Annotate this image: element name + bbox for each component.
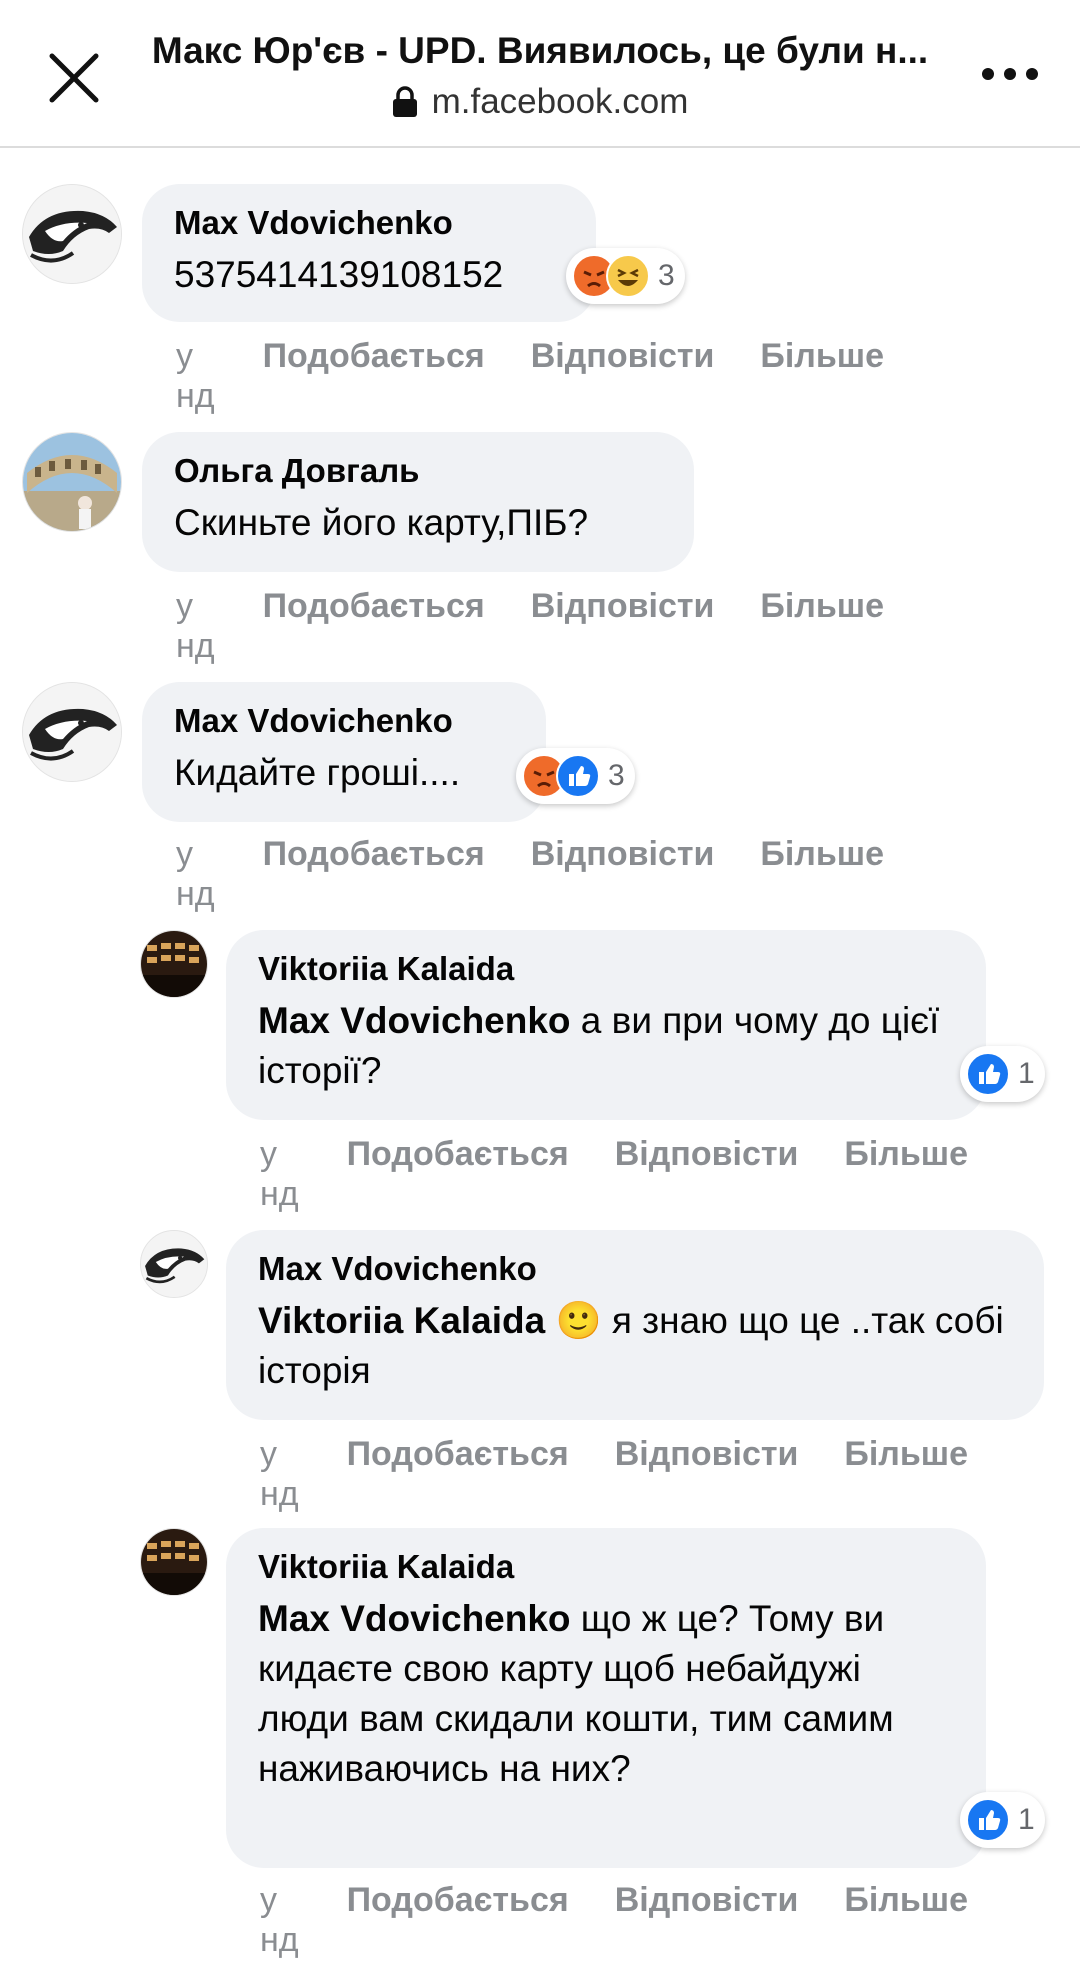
url-text: m.facebook.com xyxy=(431,82,689,121)
comment-bubble[interactable]: Max Vdovichenko 5375414139108152 xyxy=(142,184,596,322)
comment-text: Скиньте його карту,ПІБ? xyxy=(174,502,589,543)
like-reaction-icon xyxy=(556,754,600,798)
avatar[interactable] xyxy=(140,930,208,998)
avatar[interactable] xyxy=(22,184,122,284)
comment-author[interactable]: Ольга Довгаль xyxy=(174,450,662,492)
more-button[interactable]: Більше xyxy=(760,336,884,416)
browser-header: Макс Юр'єв - UPD. Виявилось, це були н..… xyxy=(0,0,1080,148)
like-button[interactable]: Подобається xyxy=(263,834,485,914)
more-button[interactable]: Більше xyxy=(844,1880,968,1960)
comment-bubble[interactable]: Max Vdovichenko Кидайте гроші.... xyxy=(142,682,546,822)
reply-button[interactable]: Відповісти xyxy=(531,336,715,416)
more-dots-icon xyxy=(982,68,1038,80)
reaction-summary[interactable]: 3 xyxy=(566,248,685,304)
reply-button[interactable]: Відповісти xyxy=(531,834,715,914)
header-title-block: Макс Юр'єв - UPD. Виявилось, це були н..… xyxy=(140,26,940,124)
comment-actions: у нд Подобається Відповісти Більше xyxy=(176,336,930,416)
like-button[interactable]: Подобається xyxy=(347,1880,569,1960)
comment-text: Max Vdovichenko що ж це? Тому ви кидаєте… xyxy=(258,1594,954,1794)
comment-text: Max Vdovichenko а ви при чому до цієї іс… xyxy=(258,996,954,1096)
badger-logo-icon xyxy=(23,185,121,283)
reply-button[interactable]: Відповісти xyxy=(615,1880,799,1960)
avatar[interactable] xyxy=(22,682,122,782)
badger-logo-icon xyxy=(23,683,121,781)
comment-author[interactable]: Max Vdovichenko xyxy=(258,1248,1012,1290)
comment-author[interactable]: Viktoriia Kalaida xyxy=(258,948,954,990)
comment-author[interactable]: Max Vdovichenko xyxy=(174,700,514,742)
comment-actions: у нд Подобається Відповісти Більше xyxy=(260,1880,1014,1960)
avatar[interactable] xyxy=(140,1230,208,1298)
reaction-count: 1 xyxy=(1018,1057,1035,1090)
close-button[interactable] xyxy=(40,44,108,112)
avatar[interactable] xyxy=(140,1528,208,1596)
reply-button[interactable]: Відповісти xyxy=(615,1134,799,1214)
like-button[interactable]: Подобається xyxy=(263,586,485,666)
comment-time[interactable]: у нд xyxy=(260,1134,299,1214)
reaction-count: 1 xyxy=(1018,1803,1035,1836)
more-button[interactable]: Більше xyxy=(760,834,884,914)
avatar[interactable] xyxy=(22,432,122,532)
lock-icon xyxy=(392,86,417,117)
reaction-summary[interactable]: 3 xyxy=(516,748,635,804)
like-reaction-icon xyxy=(966,1052,1010,1096)
more-button[interactable]: Більше xyxy=(844,1134,968,1214)
comment-time[interactable]: у нд xyxy=(260,1434,299,1514)
mention-link[interactable]: Viktoriia Kalaida xyxy=(258,1300,545,1341)
comment-actions: у нд Подобається Відповісти Більше xyxy=(260,1434,1014,1514)
reaction-count: 3 xyxy=(608,759,625,792)
close-icon xyxy=(49,53,99,103)
like-reaction-icon xyxy=(966,1798,1010,1842)
reply-button[interactable]: Відповісти xyxy=(615,1434,799,1514)
mention-link[interactable]: Max Vdovichenko xyxy=(258,1598,571,1639)
comment-time[interactable]: у нд xyxy=(176,586,215,666)
badger-logo-icon xyxy=(141,1231,207,1297)
colosseum-photo-icon xyxy=(23,433,121,531)
reaction-count: 3 xyxy=(658,259,675,292)
concert-photo-icon xyxy=(141,1529,207,1595)
reaction-summary[interactable]: 1 xyxy=(960,1792,1045,1848)
haha-reaction-icon xyxy=(606,254,650,298)
more-button[interactable]: Більше xyxy=(844,1434,968,1514)
concert-photo-icon xyxy=(141,931,207,997)
comment-bubble[interactable]: Ольга Довгаль Скиньте його карту,ПІБ? xyxy=(142,432,694,572)
comment-time[interactable]: у нд xyxy=(260,1880,299,1960)
comment-actions: у нд Подобається Відповісти Більше xyxy=(176,586,930,666)
comment-text: Кидайте гроші.... xyxy=(174,752,461,793)
more-button[interactable]: Більше xyxy=(760,586,884,666)
comment-time[interactable]: у нд xyxy=(176,834,215,914)
comment-author[interactable]: Viktoriia Kalaida xyxy=(258,1546,954,1588)
more-options-button[interactable] xyxy=(974,46,1046,102)
comment-bubble[interactable]: Max Vdovichenko Viktoriia Kalaida 🙂 я зн… xyxy=(226,1230,1044,1420)
like-button[interactable]: Подобається xyxy=(263,336,485,416)
reaction-summary[interactable]: 1 xyxy=(960,1046,1045,1102)
comment-author[interactable]: Max Vdovichenko xyxy=(174,202,564,244)
comment-actions: у нд Подобається Відповісти Більше xyxy=(176,834,930,914)
comment-actions: у нд Подобається Відповісти Більше xyxy=(260,1134,1014,1214)
like-button[interactable]: Подобається xyxy=(347,1134,569,1214)
url-row: m.facebook.com xyxy=(140,80,940,124)
mention-link[interactable]: Max Vdovichenko xyxy=(258,1000,571,1041)
comment-text: 5375414139108152 xyxy=(174,254,504,295)
comment-bubble[interactable]: Viktoriia Kalaida Max Vdovichenko що ж ц… xyxy=(226,1528,986,1868)
page-title: Макс Юр'єв - UPD. Виявилось, це були н..… xyxy=(151,30,929,71)
comment-bubble[interactable]: Viktoriia Kalaida Max Vdovichenko а ви п… xyxy=(226,930,986,1120)
comment-time[interactable]: у нд xyxy=(176,336,215,416)
like-button[interactable]: Подобається xyxy=(347,1434,569,1514)
comment-text: Viktoriia Kalaida 🙂 я знаю що це ..так с… xyxy=(258,1296,1012,1396)
reply-button[interactable]: Відповісти xyxy=(531,586,715,666)
